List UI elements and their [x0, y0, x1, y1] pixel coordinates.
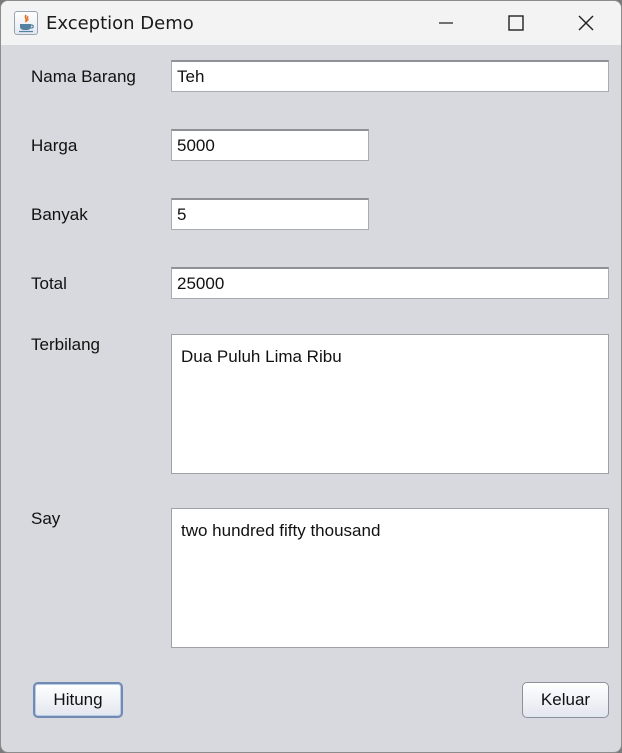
title-bar[interactable]: Exception Demo — [1, 1, 621, 45]
keluar-button[interactable]: Keluar — [522, 682, 609, 718]
total-label: Total — [31, 274, 67, 293]
maximize-icon — [508, 15, 524, 31]
nama-barang-field[interactable]: Teh — [171, 60, 609, 92]
java-icon — [14, 11, 38, 35]
hitung-button[interactable]: Hitung — [33, 682, 123, 718]
close-button[interactable] — [551, 1, 621, 45]
minimize-button[interactable] — [411, 1, 481, 45]
app-window: Exception Demo Nama Barang Teh Harga 500… — [0, 0, 622, 753]
terbilang-label: Terbilang — [31, 335, 100, 354]
nama-barang-label: Nama Barang — [31, 67, 136, 86]
say-label: Say — [31, 509, 61, 528]
close-icon — [578, 15, 594, 31]
banyak-field[interactable]: 5 — [171, 198, 369, 230]
total-field[interactable]: 25000 — [171, 267, 609, 299]
say-textarea[interactable]: two hundred fifty thousand — [171, 508, 609, 648]
maximize-button[interactable] — [481, 1, 551, 45]
banyak-label: Banyak — [31, 205, 88, 224]
harga-label: Harga — [31, 136, 78, 155]
minimize-icon — [439, 22, 453, 24]
harga-field[interactable]: 5000 — [171, 129, 369, 161]
window-title: Exception Demo — [46, 13, 194, 34]
terbilang-textarea[interactable]: Dua Puluh Lima Ribu — [171, 334, 609, 474]
